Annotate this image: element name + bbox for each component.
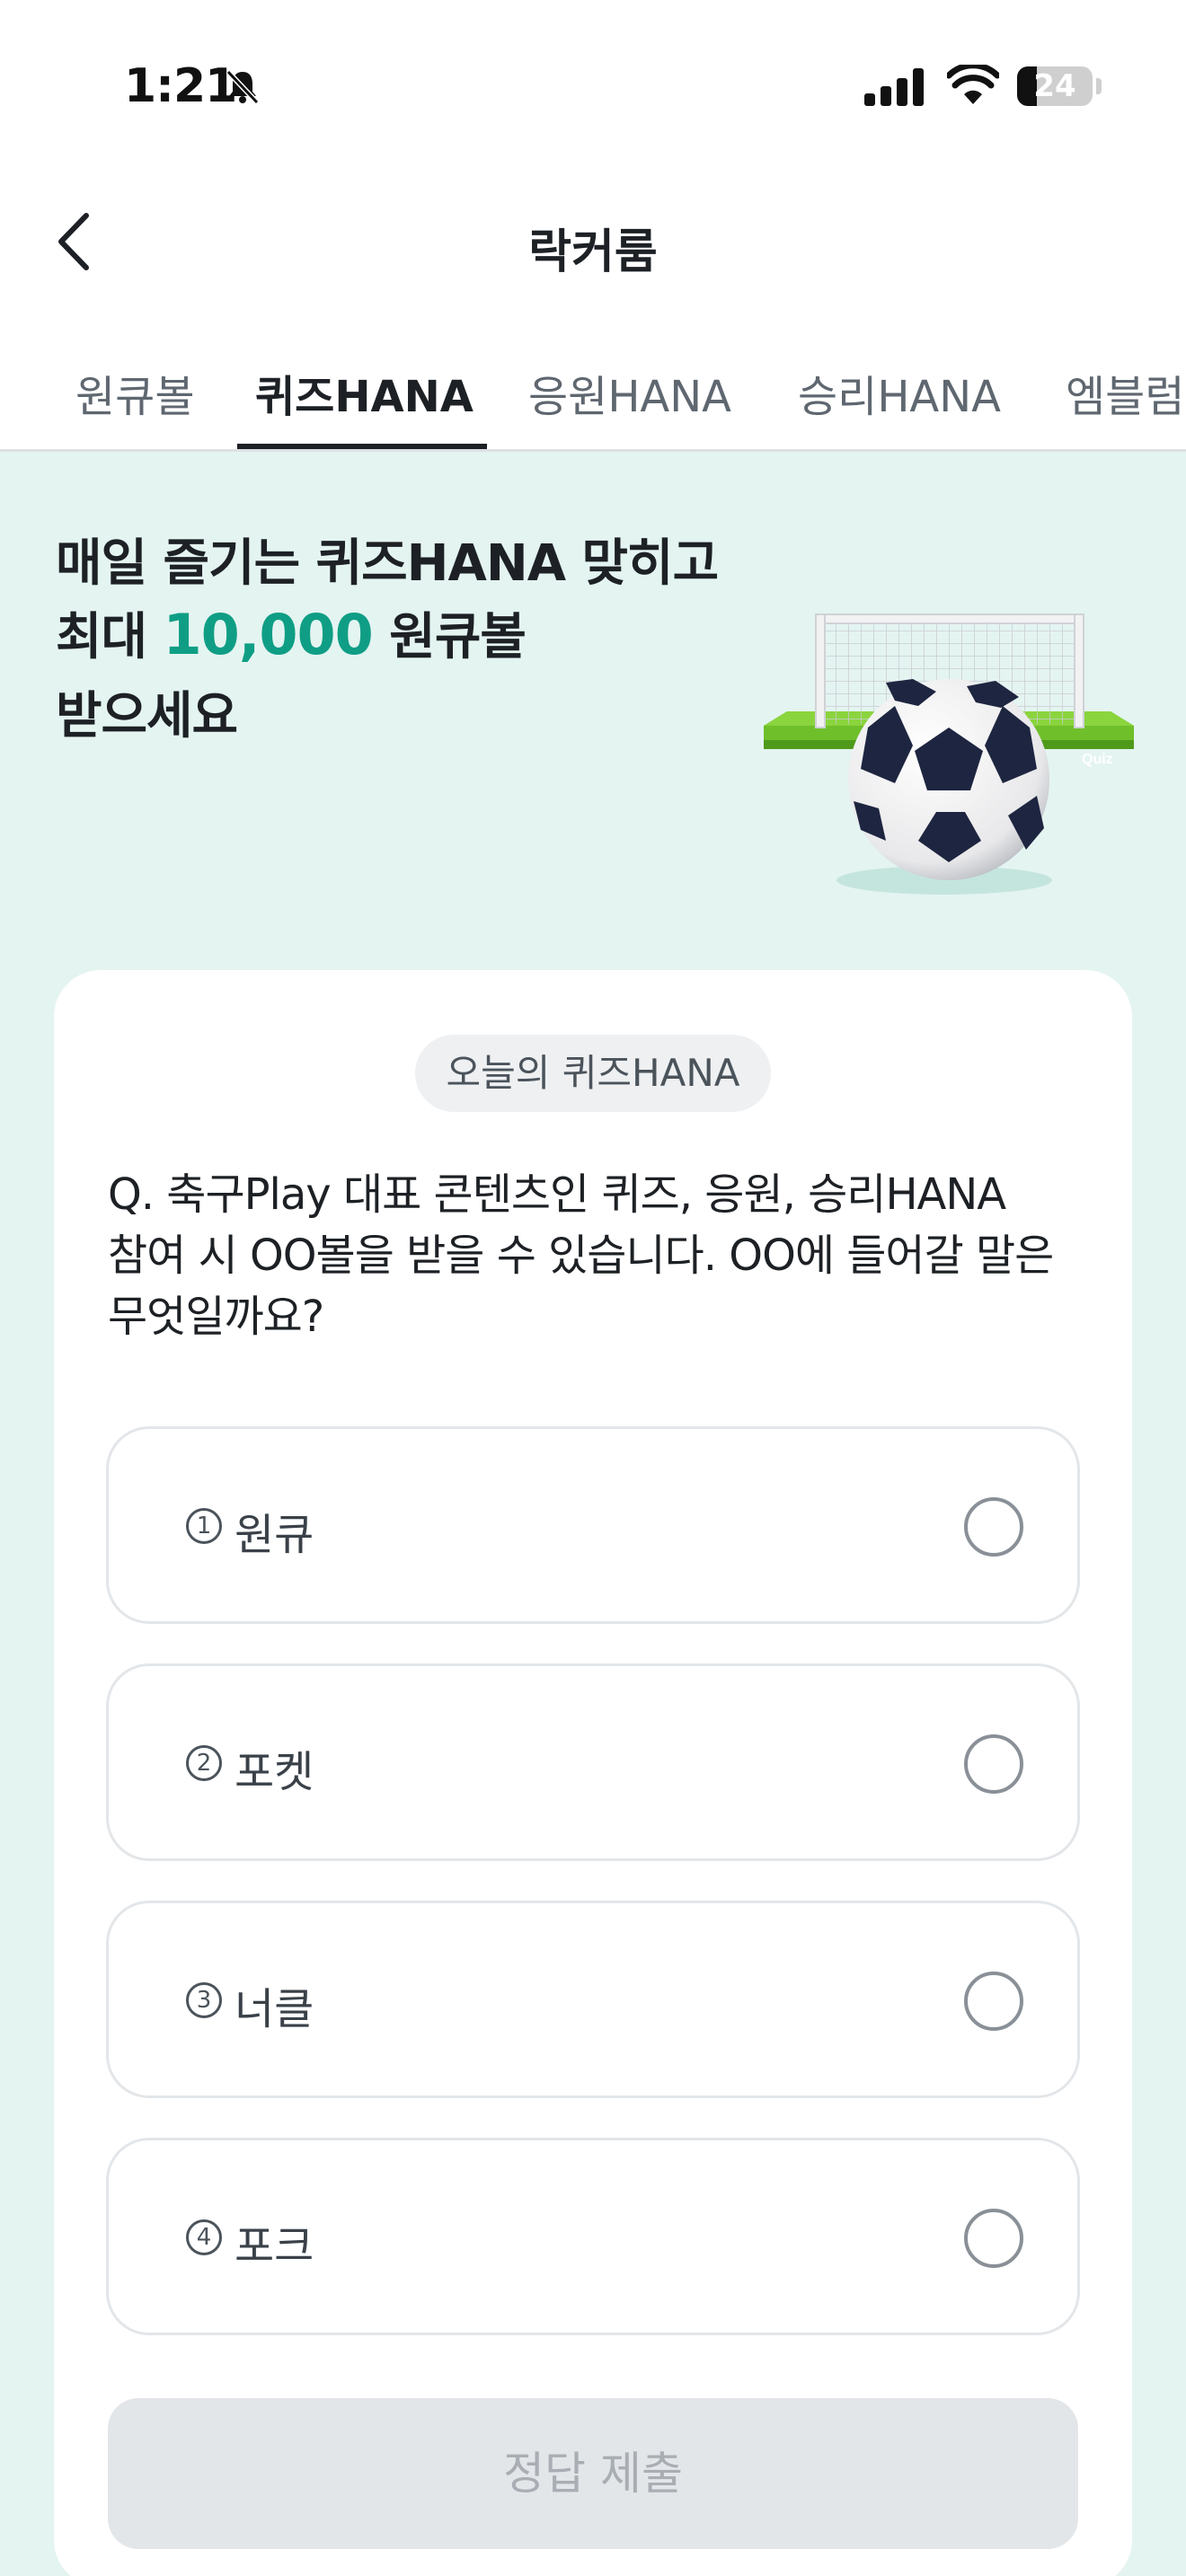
soccer-goal-ball-illustration: Quiz xyxy=(764,613,1134,895)
option-number: 4 xyxy=(186,2219,222,2255)
tab-emblem[interactable]: 엠블럼 xyxy=(1066,361,1184,424)
option-number: 2 xyxy=(186,1745,222,1781)
radio-button[interactable] xyxy=(964,1497,1023,1557)
battery-indicator: 24 xyxy=(1017,66,1093,106)
question-line-3: 무엇일까요? xyxy=(108,1292,324,1342)
tab-bar: 원큐볼 퀴즈HANA 응원HANA 승리HANA 엠블럼 xyxy=(0,348,1186,451)
status-time: 1:21 xyxy=(124,59,237,113)
quiz-badge: 오늘의 퀴즈HANA xyxy=(415,1035,771,1112)
hero-prefix: 최대 xyxy=(56,608,164,666)
battery-nub xyxy=(1096,78,1102,94)
option-number: 3 xyxy=(186,1982,222,2018)
answer-option-2[interactable]: 2 포켓 xyxy=(106,1663,1080,1861)
submit-answer-button[interactable]: 정답 제출 xyxy=(108,2398,1078,2549)
battery-percent: 24 xyxy=(1033,68,1076,104)
tab-win-hana[interactable]: 승리HANA xyxy=(798,361,1001,424)
answer-option-3[interactable]: 3 너클 xyxy=(106,1901,1080,2098)
question-line-1: Q. 축구Play 대표 콘텐츠인 퀴즈, 응원, 승리HANA xyxy=(108,1169,1006,1220)
bell-muted-icon xyxy=(226,69,260,105)
option-label: 포크 xyxy=(235,2221,314,2272)
hero-suffix: 원큐볼 xyxy=(372,608,527,666)
illustration-label: Quiz xyxy=(1082,752,1113,767)
tab-quiz-hana[interactable]: 퀴즈HANA xyxy=(255,361,474,424)
tab-cheer-hana[interactable]: 응원HANA xyxy=(528,361,731,424)
option-label: 너클 xyxy=(235,1984,314,2034)
radio-button[interactable] xyxy=(964,1734,1023,1794)
hero-line-3: 받으세요 xyxy=(56,687,238,745)
tab-wonqball[interactable]: 원큐볼 xyxy=(75,361,194,424)
option-number: 1 xyxy=(186,1508,222,1544)
radio-button[interactable] xyxy=(964,2209,1023,2268)
answer-option-1[interactable]: 1 원큐 xyxy=(106,1426,1080,1624)
answer-option-4[interactable]: 4 포크 xyxy=(106,2138,1080,2335)
tabs-divider xyxy=(0,449,1186,452)
question-line-2: 참여 시 OO볼을 받을 수 있습니다. OO에 들어갈 말은 xyxy=(108,1231,1054,1281)
hero-amount: 10,000 xyxy=(163,602,374,667)
option-label: 원큐 xyxy=(235,1510,314,1560)
hero-line-2: 최대 10,000 원큐볼 xyxy=(56,596,527,669)
wifi-icon xyxy=(947,65,999,104)
radio-button[interactable] xyxy=(964,1972,1023,2031)
signal-icon xyxy=(864,68,924,106)
option-label: 포켓 xyxy=(235,1747,314,1797)
page-title: 락커룸 xyxy=(528,225,658,279)
hero-line-1: 매일 즐기는 퀴즈HANA 맞히고 xyxy=(56,534,719,593)
